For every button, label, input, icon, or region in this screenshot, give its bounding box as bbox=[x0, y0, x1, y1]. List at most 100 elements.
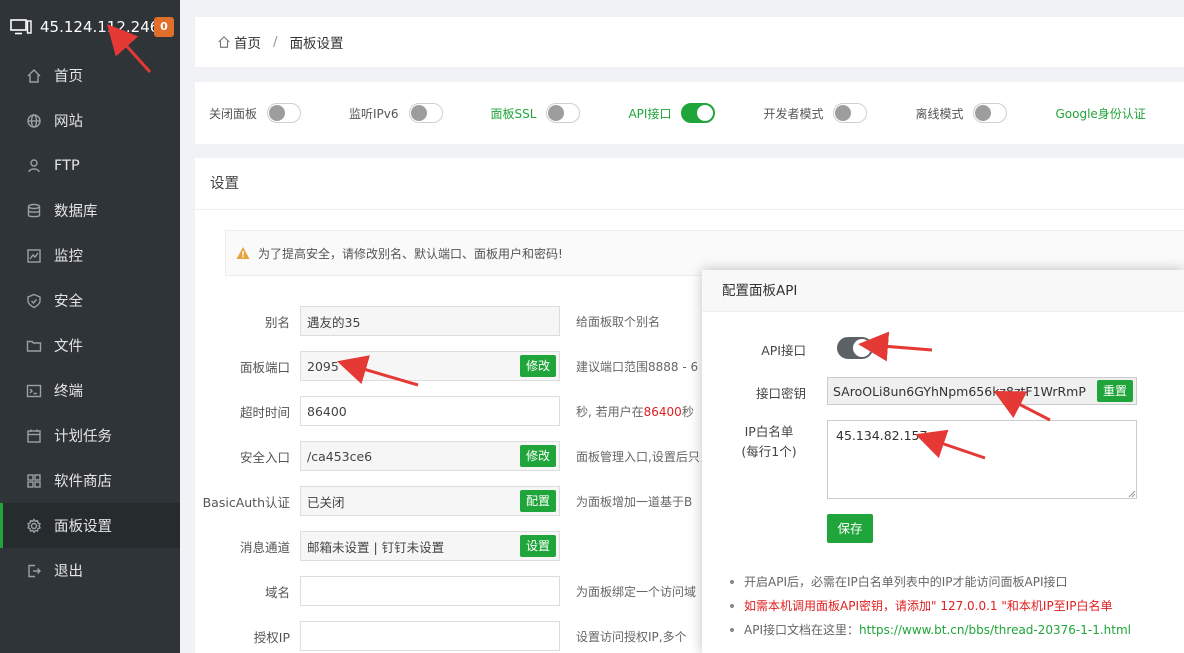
breadcrumb-separator: / bbox=[273, 34, 278, 50]
help-highlight: 86400 bbox=[643, 404, 682, 419]
home-icon bbox=[27, 68, 41, 83]
auth-ip-input[interactable] bbox=[300, 621, 560, 651]
sidebar-item-database[interactable]: 数据库 bbox=[0, 188, 180, 233]
row-help: 建议端口范围8888 - 6 bbox=[576, 359, 699, 374]
ip-whitelist-textarea[interactable]: 45.134.82.157 bbox=[827, 420, 1137, 499]
globe-icon bbox=[27, 113, 41, 128]
sidebar-item-files[interactable]: 文件 bbox=[0, 323, 180, 368]
sidebar-item-label: 监控 bbox=[54, 249, 83, 265]
sidebar: 45.124.112.246 0 首页 网站 FTP 数据库 监控 安全 文件 … bbox=[0, 0, 180, 653]
row-label: 域名 bbox=[264, 584, 290, 600]
row-help: 秒, 若用户在86400秒 bbox=[576, 403, 694, 420]
calendar-icon bbox=[27, 429, 41, 443]
key-label: 接口密钥 bbox=[755, 386, 806, 401]
resize-handle-icon[interactable] bbox=[1128, 490, 1136, 498]
sidebar-item-terminal[interactable]: 终端 bbox=[0, 368, 180, 413]
offline-switch[interactable] bbox=[973, 103, 1008, 123]
notification-badge[interactable]: 0 bbox=[154, 17, 174, 37]
terminal-icon bbox=[26, 384, 42, 397]
ftp-icon bbox=[28, 158, 40, 172]
timeout-input[interactable]: 86400 bbox=[300, 396, 560, 426]
row-port: 面板端口 2095 修改 建议端口范围8888 - 6 bbox=[195, 351, 698, 381]
toggle-google-auth[interactable]: Google身份认证 bbox=[1055, 105, 1145, 122]
dev-mode-switch[interactable] bbox=[833, 103, 868, 123]
sidebar-item-logout[interactable]: 退出 bbox=[0, 548, 180, 593]
row-label: 别名 bbox=[264, 314, 290, 330]
modal-title: 配置面板API bbox=[702, 270, 1184, 312]
reset-key-button[interactable]: 重置 bbox=[1096, 380, 1133, 402]
toggle-label: 面板SSL bbox=[490, 106, 537, 121]
row-help: 给面板取个别名 bbox=[576, 314, 661, 329]
sidebar-item-ftp[interactable]: FTP bbox=[0, 143, 180, 188]
security-entry-value: /ca453ce6 bbox=[307, 448, 373, 464]
home-icon bbox=[218, 35, 230, 48]
help-text: 秒, 若用户在 bbox=[576, 404, 644, 419]
api-doc-link[interactable]: https://www.bt.cn/bbs/thread-20376-1-1.h… bbox=[859, 623, 1131, 637]
sidebar-item-website[interactable]: 网站 bbox=[0, 98, 180, 143]
row-timeout: 超时时间 86400 秒, 若用户在86400秒 bbox=[195, 396, 694, 426]
shield-icon bbox=[27, 293, 41, 308]
basicauth-value: 已关闭 bbox=[307, 494, 345, 510]
ip-label-main: IP白名单 bbox=[744, 424, 794, 439]
sidebar-item-panel-settings[interactable]: 面板设置 bbox=[0, 503, 180, 548]
modify-port-button[interactable]: 修改 bbox=[519, 355, 556, 377]
port-input[interactable]: 2095 修改 bbox=[300, 351, 560, 381]
ssl-switch[interactable] bbox=[546, 103, 581, 123]
api-switch[interactable] bbox=[681, 103, 716, 123]
sidebar-item-label: 计划任务 bbox=[54, 429, 112, 445]
toggle-label: 监听IPv6 bbox=[349, 106, 399, 121]
alias-input[interactable]: 遇友的35 bbox=[300, 306, 560, 336]
basicauth-input[interactable]: 已关闭 配置 bbox=[300, 486, 560, 516]
sidebar-item-label: 终端 bbox=[54, 384, 83, 400]
api-label: API接口 bbox=[761, 343, 806, 358]
ip-whitelist-label: IP白名单 (每行1个) bbox=[732, 422, 806, 462]
sidebar-item-label: 文件 bbox=[54, 339, 83, 355]
sidebar-item-monitor[interactable]: 监控 bbox=[0, 233, 180, 278]
row-label: 授权IP bbox=[253, 629, 290, 645]
sidebar-item-label: 安全 bbox=[54, 294, 83, 310]
sidebar-item-label: 面板设置 bbox=[54, 519, 112, 535]
apps-icon bbox=[27, 473, 41, 488]
monitor-icon bbox=[10, 18, 32, 34]
note-text: API接口文档在这里： bbox=[744, 623, 859, 637]
sidebar-item-home[interactable]: 首页 bbox=[0, 53, 180, 98]
security-entry-input[interactable]: /ca453ce6 修改 bbox=[300, 441, 560, 471]
row-basicauth: BasicAuth认证 已关闭 配置 为面板增加一道基于B bbox=[195, 486, 692, 516]
host-ip: 45.124.112.246 bbox=[40, 17, 160, 36]
warning-icon bbox=[236, 247, 250, 259]
configure-basicauth-button[interactable]: 配置 bbox=[519, 490, 556, 512]
sidebar-item-cron[interactable]: 计划任务 bbox=[0, 413, 180, 458]
ipv6-switch[interactable] bbox=[408, 103, 443, 123]
row-alias: 别名 遇友的35 给面板取个别名 bbox=[195, 306, 660, 336]
breadcrumb: 首页 / 面板设置 bbox=[195, 17, 1184, 67]
domain-input[interactable] bbox=[300, 576, 560, 606]
row-auth-ip: 授权IP 设置访问授权IP,多个 bbox=[195, 621, 687, 651]
close-panel-switch[interactable] bbox=[267, 103, 302, 123]
modal-api-switch[interactable] bbox=[837, 337, 873, 359]
toggle-dev-mode: 开发者模式 bbox=[763, 103, 868, 123]
sidebar-host[interactable]: 45.124.112.246 0 bbox=[0, 0, 180, 53]
sidebar-item-store[interactable]: 软件商店 bbox=[0, 458, 180, 503]
toggle-ipv6: 监听IPv6 bbox=[349, 103, 443, 123]
row-help: 面板管理入口,设置后只 bbox=[576, 449, 700, 464]
toggle-offline: 离线模式 bbox=[915, 103, 1008, 123]
sidebar-item-label: 网站 bbox=[54, 114, 83, 130]
sidebar-item-security[interactable]: 安全 bbox=[0, 278, 180, 323]
monitor-chart-icon bbox=[27, 248, 41, 263]
sidebar-item-label: FTP bbox=[54, 157, 80, 174]
toggle-ssl: 面板SSL bbox=[491, 103, 581, 123]
settings-title: 设置 bbox=[195, 158, 1184, 210]
save-button[interactable]: 保存 bbox=[827, 514, 873, 543]
message-channel-input[interactable]: 邮箱未设置 | 钉钉未设置 设置 bbox=[300, 531, 560, 561]
api-key-value: SAroOLi8un6GYhNpm656kz8ztF1WrRmP bbox=[833, 383, 1086, 399]
breadcrumb-home[interactable]: 首页 bbox=[234, 32, 261, 52]
modify-entry-button[interactable]: 修改 bbox=[519, 445, 556, 467]
toggle-close-panel: 关闭面板 bbox=[209, 103, 302, 123]
row-help: 设置访问授权IP,多个 bbox=[576, 629, 687, 644]
toggle-label: 开发者模式 bbox=[763, 106, 824, 121]
toggle-label: API接口 bbox=[628, 106, 672, 121]
api-key-field[interactable]: SAroOLi8un6GYhNpm656kz8ztF1WrRmP 重置 bbox=[827, 377, 1137, 405]
breadcrumb-current: 面板设置 bbox=[289, 36, 344, 52]
toggle-api: API接口 bbox=[628, 103, 716, 123]
set-channel-button[interactable]: 设置 bbox=[519, 535, 556, 557]
